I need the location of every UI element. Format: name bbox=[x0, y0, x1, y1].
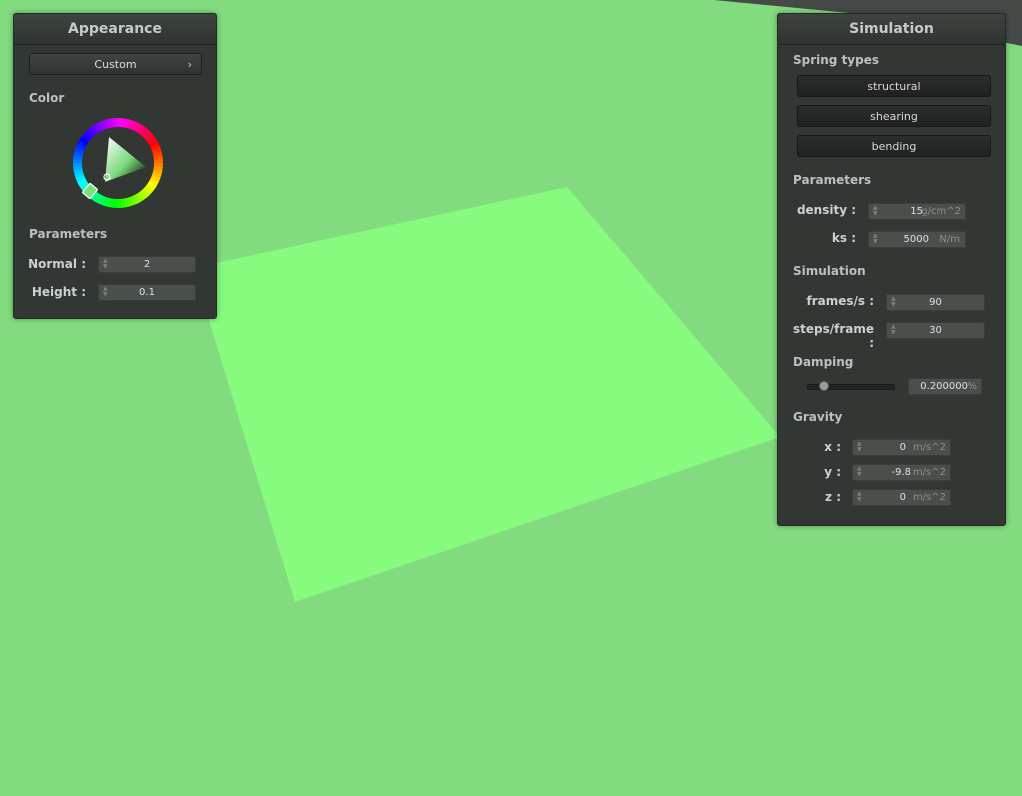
spinner-arrows-icon[interactable]: ▲ ▼ bbox=[873, 205, 879, 218]
appearance-parameters-label: Parameters bbox=[29, 227, 108, 241]
damping-unit: % bbox=[967, 381, 977, 392]
simulation-panel: Simulation Spring types structural shear… bbox=[777, 13, 1006, 526]
color-wheel[interactable] bbox=[72, 117, 164, 209]
spinner-arrows-icon[interactable]: ▲ ▼ bbox=[857, 466, 863, 479]
damping-label: Damping bbox=[793, 355, 854, 369]
normal-input[interactable]: ▲ ▼ 2 bbox=[98, 256, 196, 273]
fps-value: 90 bbox=[929, 297, 942, 308]
gravity-y-label: y : bbox=[824, 465, 841, 479]
steps-input[interactable]: ▲ ▼ 30 bbox=[886, 322, 985, 339]
fps-label: frames/s : bbox=[806, 294, 874, 308]
height-label: Height : bbox=[31, 285, 86, 299]
gravity-x-unit: m/s^2 bbox=[912, 442, 946, 453]
damping-input[interactable]: 0.200000 % bbox=[908, 378, 982, 395]
bending-spring-button[interactable]: bending bbox=[797, 135, 991, 157]
gravity-y-unit: m/s^2 bbox=[912, 467, 946, 478]
height-value: 0.1 bbox=[139, 287, 155, 298]
fps-input[interactable]: ▲ ▼ 90 bbox=[886, 294, 985, 311]
preset-dropdown[interactable]: Custom › bbox=[29, 53, 202, 75]
gravity-z-value: 0 bbox=[899, 492, 906, 503]
spinner-arrows-icon[interactable]: ▲ ▼ bbox=[873, 233, 879, 246]
appearance-panel: Appearance Custom › Color Parameters Nor… bbox=[13, 13, 217, 319]
gravity-z-label: z : bbox=[825, 490, 841, 504]
color-label: Color bbox=[29, 91, 65, 105]
ks-unit: N/m bbox=[939, 234, 960, 245]
density-label: density : bbox=[796, 203, 856, 217]
normal-label: Normal : bbox=[28, 257, 86, 271]
ks-input[interactable]: ▲ ▼ 5000 N/m bbox=[868, 231, 966, 248]
gravity-x-value: 0 bbox=[899, 442, 906, 453]
spring-types-label: Spring types bbox=[793, 53, 880, 67]
ks-value: 5000 bbox=[903, 234, 929, 245]
spinner-arrows-icon[interactable]: ▲ ▼ bbox=[857, 441, 863, 454]
structural-spring-button[interactable]: structural bbox=[797, 75, 991, 97]
appearance-title: Appearance bbox=[14, 14, 216, 45]
density-unit: g/cm^2 bbox=[921, 206, 961, 217]
density-input[interactable]: ▲ ▼ 15 g/cm^2 bbox=[868, 203, 966, 220]
gravity-x-input[interactable]: ▲ ▼ 0 m/s^2 bbox=[852, 439, 951, 456]
height-input[interactable]: ▲ ▼ 0.1 bbox=[98, 284, 196, 301]
steps-value: 30 bbox=[929, 325, 942, 336]
steps-label: steps/frame : bbox=[792, 322, 874, 350]
hue-segment[interactable] bbox=[114, 118, 119, 128]
gravity-z-input[interactable]: ▲ ▼ 0 m/s^2 bbox=[852, 489, 951, 506]
spinner-arrows-icon[interactable]: ▲ ▼ bbox=[857, 491, 863, 504]
gravity-z-unit: m/s^2 bbox=[912, 492, 946, 503]
gravity-x-label: x : bbox=[824, 440, 841, 454]
chevron-right-icon: › bbox=[187, 58, 192, 71]
damping-slider-handle[interactable] bbox=[819, 381, 830, 391]
damping-value: 0.200000 bbox=[920, 381, 968, 392]
simulation-title: Simulation bbox=[778, 14, 1005, 45]
ks-label: ks : bbox=[831, 231, 856, 245]
sim-parameters-label: Parameters bbox=[793, 173, 872, 187]
shearing-spring-button[interactable]: shearing bbox=[797, 105, 991, 127]
preset-value: Custom bbox=[94, 58, 137, 71]
gravity-y-value: -9.8 bbox=[891, 467, 911, 478]
gravity-label: Gravity bbox=[793, 410, 843, 424]
simulation-section-label: Simulation bbox=[793, 264, 866, 278]
normal-value: 2 bbox=[143, 259, 151, 270]
gravity-y-input[interactable]: ▲ ▼ -9.8 m/s^2 bbox=[852, 464, 951, 481]
